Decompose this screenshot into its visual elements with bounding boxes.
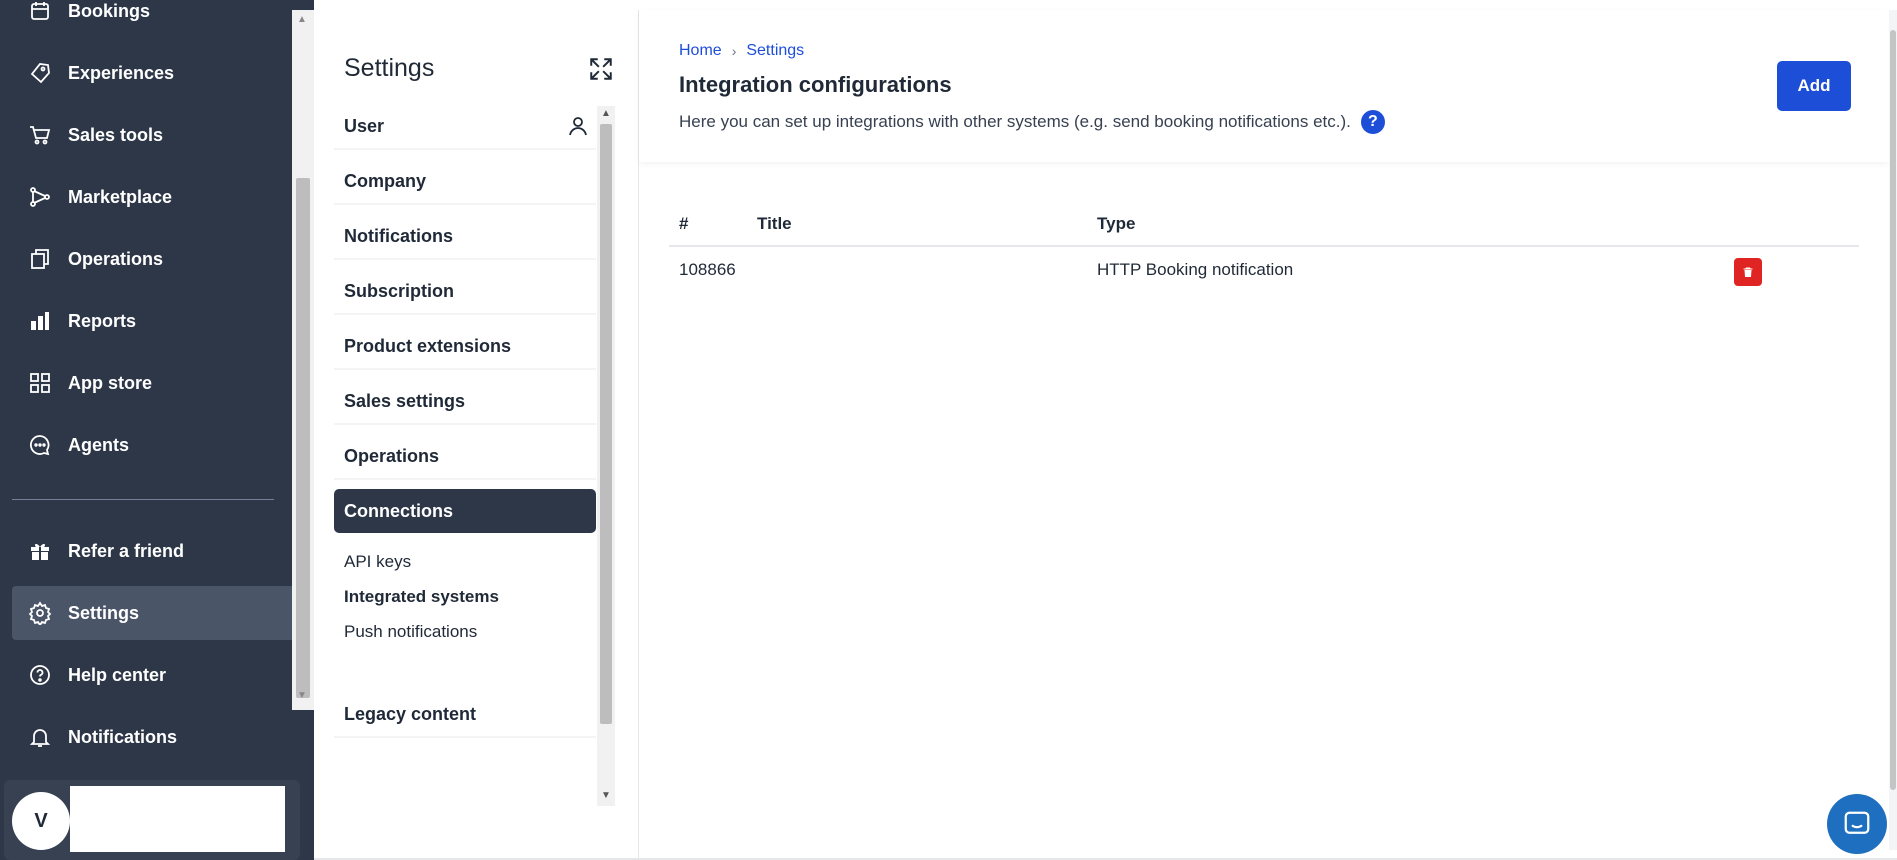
nav-divider	[12, 499, 274, 500]
nav-item-label: Operations	[68, 248, 164, 269]
settings-item-label: Sales settings	[344, 390, 466, 411]
nav-item-label: Bookings	[68, 0, 151, 21]
user-icon	[566, 114, 590, 138]
nav-item-refer-a-friend[interactable]: Refer a friend	[12, 524, 292, 578]
page-scrollbar-thumb[interactable]	[1890, 30, 1896, 790]
nav-item-experiences[interactable]: Experiences	[12, 46, 292, 100]
nav-item-settings[interactable]: Settings	[12, 586, 294, 640]
avatar[interactable]: V	[12, 792, 70, 850]
settings-item-label: User	[344, 115, 385, 136]
settings-item-notifications[interactable]: Notifications	[334, 214, 596, 258]
nav-item-label: Experiences	[68, 62, 175, 83]
nav-item-label: Marketplace	[68, 186, 173, 207]
page-title: Integration configurations	[679, 72, 952, 97]
settings-panel: Settings User Company Notifications Subs…	[314, 10, 639, 860]
nav-item-label: Agents	[68, 434, 130, 455]
settings-item-legacy-content[interactable]: Legacy content	[334, 692, 596, 736]
settings-scrollbar[interactable]: ▲ ▼	[597, 106, 615, 806]
breadcrumb-settings[interactable]: Settings	[746, 42, 804, 60]
tag-icon	[26, 59, 54, 87]
nav-scrollbar[interactable]: ▲ ▼	[292, 10, 314, 710]
nav-item-help-center[interactable]: Help center	[12, 648, 292, 702]
scroll-down-arrow-icon[interactable]: ▼	[297, 690, 307, 701]
breadcrumb: Home › Settings	[679, 42, 804, 60]
nav-item-marketplace[interactable]: Marketplace	[12, 170, 292, 224]
settings-title: Settings	[344, 54, 435, 82]
nav-item-label: Settings	[68, 602, 140, 623]
breadcrumb-home[interactable]: Home	[679, 42, 722, 60]
page-description: Here you can set up integrations with ot…	[679, 112, 1351, 131]
nav-item-reports[interactable]: Reports	[12, 294, 292, 348]
settings-item-label: Operations	[344, 445, 440, 466]
row-type: HTTP Booking notification	[1097, 260, 1294, 279]
cart-icon	[26, 121, 54, 149]
bell-icon	[26, 723, 54, 751]
help-icon[interactable]: ?	[1360, 110, 1385, 134]
chat-bubble-icon	[26, 431, 54, 459]
nav-item-label: Reports	[68, 310, 137, 331]
nav-item-bookings[interactable]: Bookings	[12, 0, 292, 38]
nav-item-label: Refer a friend	[68, 540, 185, 561]
nav-item-label: Sales tools	[68, 124, 164, 145]
settings-subitem-integrated-systems[interactable]: Integrated systems	[344, 587, 499, 607]
breadcrumb-separator: ›	[731, 43, 737, 59]
settings-item-operations[interactable]: Operations	[334, 434, 596, 478]
trash-icon	[1743, 267, 1753, 277]
bar-chart-icon	[26, 307, 54, 335]
nav-item-label: Notifications	[68, 726, 178, 747]
settings-item-subscription[interactable]: Subscription	[334, 269, 596, 313]
settings-subitem-api-keys[interactable]: API keys	[344, 552, 411, 572]
settings-item-label: Notifications	[344, 225, 454, 246]
page-scrollbar[interactable]	[1889, 10, 1897, 850]
main-content: Home › Settings Integration configuratio…	[639, 10, 1889, 860]
scroll-up-arrow-icon[interactable]: ▲	[601, 108, 611, 119]
nav-item-app-store[interactable]: App store	[12, 356, 292, 410]
chat-icon	[1844, 811, 1870, 834]
chat-launcher-button[interactable]	[1827, 794, 1887, 854]
column-header-type: Type	[1097, 214, 1136, 233]
nav-scrollbar-thumb[interactable]	[296, 178, 310, 698]
user-name-redacted	[70, 786, 285, 852]
settings-item-label: Connections	[344, 500, 454, 521]
settings-item-label: Company	[344, 170, 427, 191]
nav-item-label: App store	[68, 372, 153, 393]
settings-scrollbar-thumb[interactable]	[600, 124, 612, 724]
page-description-row: Here you can set up integrations with ot…	[679, 110, 1385, 134]
settings-subitem-push-notifications[interactable]: Push notifications	[344, 622, 477, 642]
settings-item-label: Subscription	[344, 280, 455, 301]
settings-item-connections[interactable]: Connections	[334, 489, 596, 533]
settings-item-company[interactable]: Company	[334, 159, 596, 203]
main-nav: Bookings Experiences Sales tools Marketp…	[0, 0, 314, 860]
grid-icon	[26, 369, 54, 397]
nav-item-label: Help center	[68, 664, 167, 685]
page-header: Home › Settings Integration configuratio…	[639, 10, 1889, 162]
row-id: 108866	[679, 260, 736, 279]
calendar-icon	[26, 0, 54, 25]
nav-item-agents[interactable]: Agents	[12, 418, 292, 472]
settings-item-sales-settings[interactable]: Sales settings	[334, 379, 596, 423]
nav-item-notifications[interactable]: Notifications	[12, 710, 292, 764]
network-icon	[26, 183, 54, 211]
delete-button[interactable]	[1734, 258, 1762, 286]
nav-item-sales-tools[interactable]: Sales tools	[12, 108, 292, 162]
gear-icon	[26, 599, 54, 627]
settings-item-user[interactable]: User	[334, 104, 596, 148]
expand-icon[interactable]	[588, 56, 614, 82]
table-header-divider	[669, 245, 1859, 247]
question-circle-icon	[26, 661, 54, 689]
copy-icon	[26, 245, 54, 273]
settings-item-label: Product extensions	[344, 335, 512, 356]
scroll-up-arrow-icon[interactable]: ▲	[297, 14, 307, 25]
settings-item-label: Legacy content	[344, 703, 477, 724]
scroll-down-arrow-icon[interactable]: ▼	[601, 790, 611, 801]
column-header-id: #	[679, 214, 689, 233]
nav-item-operations[interactable]: Operations	[12, 232, 292, 286]
column-header-title: Title	[757, 214, 792, 233]
gift-icon	[26, 537, 54, 565]
settings-item-product-extensions[interactable]: Product extensions	[334, 324, 596, 368]
add-button[interactable]: Add	[1777, 61, 1851, 111]
